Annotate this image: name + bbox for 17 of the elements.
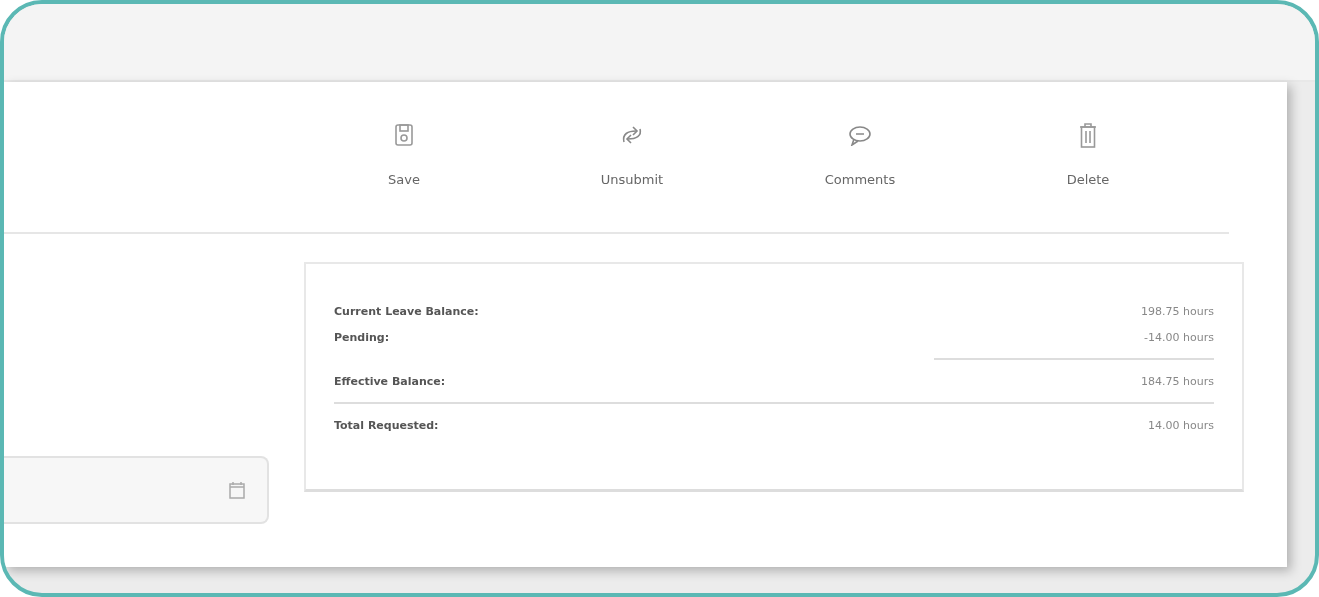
balance-value: -14.00 hours <box>1144 330 1214 344</box>
balance-label: Total Requested: <box>334 418 439 432</box>
balance-label: Effective Balance: <box>334 374 446 388</box>
arrows-icon <box>620 124 644 146</box>
action-button[interactable]: Unsubmit <box>518 82 746 232</box>
action-button[interactable]: Comments <box>746 82 974 232</box>
balance-label: Pending: <box>334 330 390 344</box>
calendar-icon <box>229 481 245 499</box>
speech-bubble-icon <box>848 124 872 146</box>
balance-value: 14.00 hours <box>1148 418 1214 432</box>
balance-label: Current Leave Balance: <box>334 304 479 318</box>
balance-value: 184.75 hours <box>1141 374 1214 388</box>
date-field[interactable] <box>4 456 269 524</box>
balance-value: 198.75 hours <box>1141 304 1214 318</box>
trash-icon <box>1079 122 1097 148</box>
action-button[interactable]: Save <box>290 82 518 232</box>
action-button[interactable]: Delete <box>974 82 1202 232</box>
